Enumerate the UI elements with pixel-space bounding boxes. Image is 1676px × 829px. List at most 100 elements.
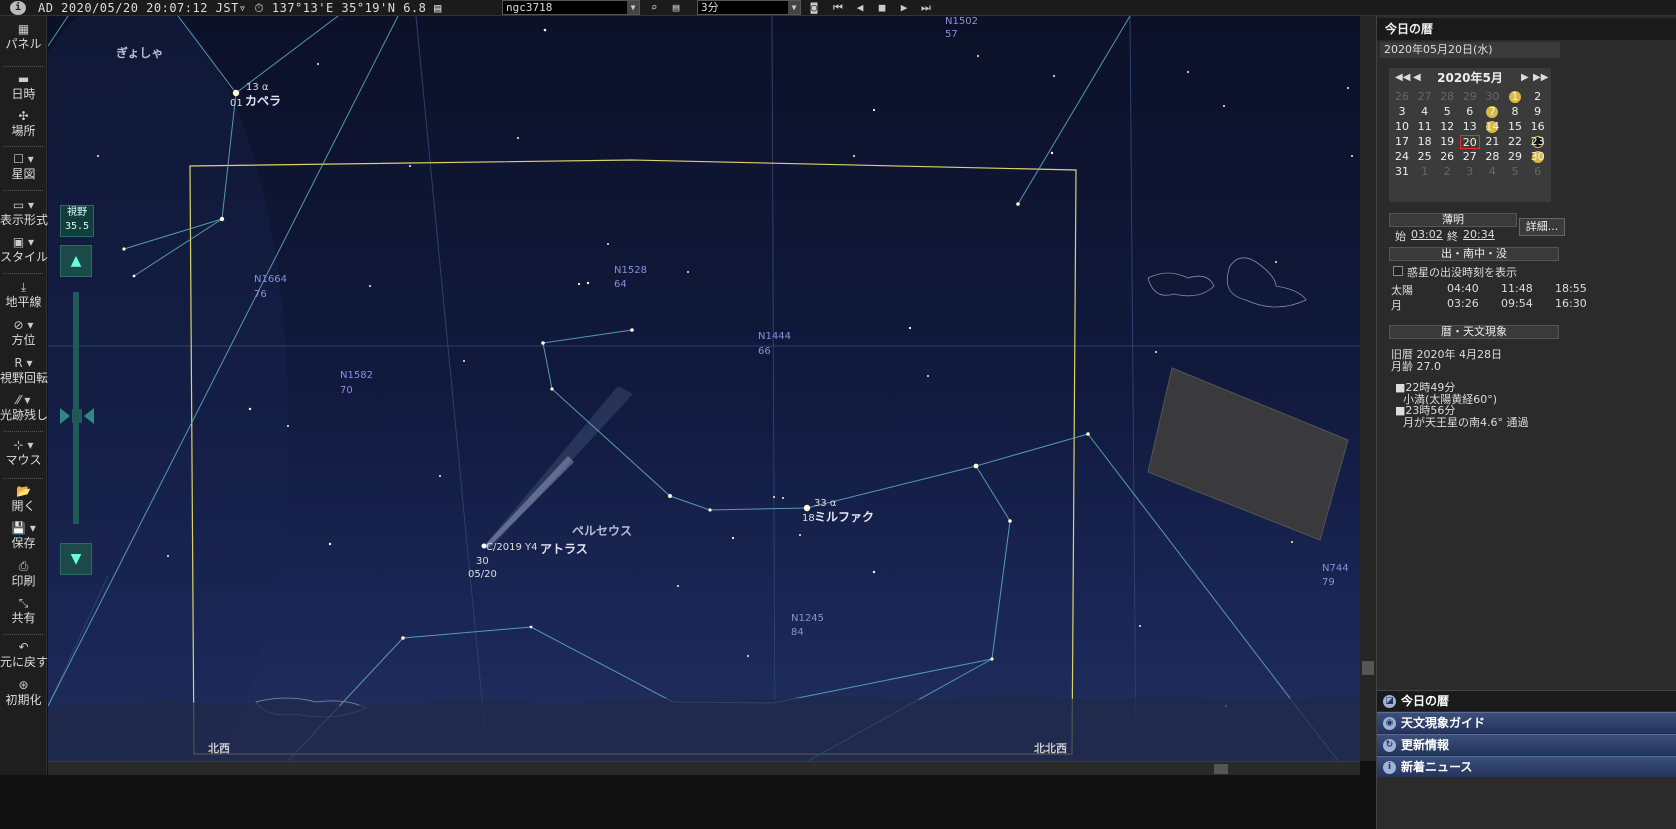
list-icon[interactable]: ▤ (666, 0, 686, 15)
calendar-day[interactable]: 15 (1505, 120, 1525, 134)
calendar-day[interactable]: 7 (1482, 105, 1502, 119)
calendar-day[interactable]: 30 (1528, 150, 1548, 164)
star-name-capella[interactable]: カペラ (245, 92, 281, 109)
calendar-day[interactable]: 26 (1437, 150, 1457, 164)
next-month-icon[interactable]: ▶ (1521, 70, 1529, 86)
calendar-day[interactable]: 20 (1459, 135, 1480, 149)
share-button[interactable]: ⤡ 共有 (0, 596, 47, 626)
tab-phenomena-guide[interactable]: ◉ 天文現象ガイド (1377, 712, 1676, 733)
ngc-label-n1245[interactable]: N1245 (791, 613, 824, 624)
zoom-out-button[interactable]: ▼ (60, 543, 92, 575)
calendar-day[interactable]: 12 (1437, 120, 1457, 134)
calendar-day[interactable]: 29 (1505, 150, 1525, 164)
calendar-day[interactable]: 6 (1460, 105, 1480, 119)
undo-button[interactable]: ↶ 元に戻す (0, 640, 48, 670)
print-button[interactable]: ⎙ 印刷 (0, 559, 47, 589)
stop-icon[interactable]: ■ (872, 0, 892, 15)
camera-icon[interactable]: ◙ (804, 0, 824, 15)
calendar-day[interactable]: 6 (1528, 165, 1548, 179)
step-back-icon[interactable]: ◀ (850, 0, 870, 15)
skip-forward-icon[interactable]: ⏭ (916, 0, 936, 15)
calendar-day[interactable]: 1 (1505, 90, 1525, 104)
ngc-label-n744[interactable]: N744 (1322, 563, 1349, 574)
calendar-day[interactable]: 4 (1415, 105, 1435, 119)
calendar-day[interactable]: 28 (1437, 90, 1457, 104)
calendar-day[interactable]: 22 (1505, 135, 1525, 149)
calendar-day[interactable]: 23 (1528, 135, 1548, 149)
calendar-day[interactable]: 27 (1460, 150, 1480, 164)
calendar-day[interactable]: 31 (1392, 165, 1412, 179)
calendar-day[interactable]: 13 (1460, 120, 1480, 134)
ngc-label-n1444[interactable]: N1444 (758, 331, 791, 342)
star-chart-button[interactable]: ☐ ▾ 星図 (0, 152, 47, 182)
save-button[interactable]: 💾 ▾ 保存 (0, 521, 47, 551)
trail-button[interactable]: ⁄⁄ ▾ 光跡残し (0, 393, 48, 423)
horizon-button[interactable]: ⤓ 地平線 (0, 280, 47, 310)
calendar-day[interactable]: 24 (1392, 150, 1412, 164)
calendar-day[interactable]: 2 (1437, 165, 1457, 179)
display-format-button[interactable]: ▭ ▾ 表示形式 (0, 198, 48, 228)
step-forward-icon[interactable]: ▶ (894, 0, 914, 15)
skip-back-icon[interactable]: ⏮ (828, 0, 848, 15)
field-of-view-frame[interactable] (189, 159, 1077, 755)
calendar-day[interactable]: 16 (1528, 120, 1548, 134)
datetime-location-status[interactable]: AD 2020/05/20 20:07:12 JST▿ ⏱ 137°13'E 3… (38, 0, 442, 16)
calendar-day[interactable]: 29 (1460, 90, 1480, 104)
calendar-day[interactable]: 10 (1392, 120, 1412, 134)
ngc-label-n1582[interactable]: N1582 (340, 370, 373, 381)
sky-survey-image[interactable] (1147, 367, 1349, 541)
calendar-day[interactable]: 4 (1482, 165, 1502, 179)
location-button[interactable]: ✣ 場所 (0, 109, 47, 139)
calendar-day[interactable]: 11 (1415, 120, 1435, 134)
detail-button[interactable]: 詳細... (1519, 218, 1565, 236)
tab-news[interactable]: i 新着ニュース (1377, 756, 1676, 777)
reset-button[interactable]: ⊛ 初期化 (0, 678, 47, 708)
calendar-day[interactable]: 27 (1415, 90, 1435, 104)
calendar-day[interactable]: 14 (1482, 120, 1502, 134)
calendar-day[interactable]: 5 (1505, 165, 1525, 179)
planet-rise-set-checkbox[interactable] (1393, 266, 1403, 276)
calendar-day[interactable]: 9 (1528, 105, 1548, 119)
mouse-button[interactable]: ⊹ ▾ マウス (0, 438, 47, 468)
sky-chart-view[interactable]: ぎょしゃ 13 α カペラ 01 N1502 57 N1664 76 N1528… (48, 16, 1360, 761)
scrollbar-thumb[interactable] (1362, 661, 1374, 675)
open-button[interactable]: 📂 開く (0, 484, 47, 514)
zoom-slider-handle[interactable] (60, 408, 94, 424)
calendar-day[interactable]: 1 (1415, 165, 1435, 179)
tab-today-almanac[interactable]: ◪ 今日の暦 (1377, 690, 1676, 711)
horizontal-scrollbar[interactable] (48, 761, 1360, 775)
vertical-scrollbar[interactable] (1360, 16, 1376, 761)
calendar-day[interactable]: 21 (1482, 135, 1502, 149)
calendar-day[interactable]: 18 (1415, 135, 1435, 149)
ngc-label-n1664[interactable]: N1664 (254, 274, 287, 285)
calendar-day[interactable]: 17 (1392, 135, 1412, 149)
object-search-combo[interactable]: ngc3718 ▼ (502, 0, 640, 15)
chevron-down-icon[interactable]: ▼ (627, 1, 639, 14)
ngc-label-n1502[interactable]: N1502 (945, 16, 978, 27)
tab-update-info[interactable]: ↻ 更新情報 (1377, 734, 1676, 755)
calendar-day[interactable]: 3 (1460, 165, 1480, 179)
next-year-icon[interactable]: ▶▶ (1533, 70, 1548, 86)
calendar-day[interactable]: 8 (1505, 105, 1525, 119)
calendar-day[interactable]: 5 (1437, 105, 1457, 119)
search-icon[interactable]: ⌕ (644, 0, 664, 15)
calendar-day[interactable]: 2 (1528, 90, 1548, 104)
style-button[interactable]: ▣ ▾ スタイル (0, 235, 48, 265)
panel-button[interactable]: ▦ パネル (0, 22, 47, 52)
zoom-in-button[interactable]: ▲ (60, 245, 92, 277)
datetime-button[interactable]: ▬ 日時 (0, 72, 47, 102)
comet-name[interactable]: アトラス (540, 540, 588, 557)
compass-button[interactable]: ⊘ ▾ 方位 (0, 318, 47, 348)
scrollbar-thumb[interactable] (1214, 764, 1228, 774)
chevron-down-icon[interactable]: ▼ (788, 1, 800, 14)
calendar-day[interactable]: 26 (1392, 90, 1412, 104)
rotate-button[interactable]: R ▾ 視野回転 (0, 356, 48, 386)
app-logo-icon[interactable]: i (10, 1, 26, 15)
calendar-day[interactable]: 30 (1482, 90, 1502, 104)
calendar-day[interactable]: 3 (1392, 105, 1412, 119)
calendar-day[interactable]: 25 (1415, 150, 1435, 164)
ngc-label-n1528[interactable]: N1528 (614, 265, 647, 276)
calendar-day[interactable]: 28 (1482, 150, 1502, 164)
calendar-day[interactable]: 19 (1437, 135, 1457, 149)
star-name-mirfak[interactable]: ミルファク (814, 508, 874, 525)
